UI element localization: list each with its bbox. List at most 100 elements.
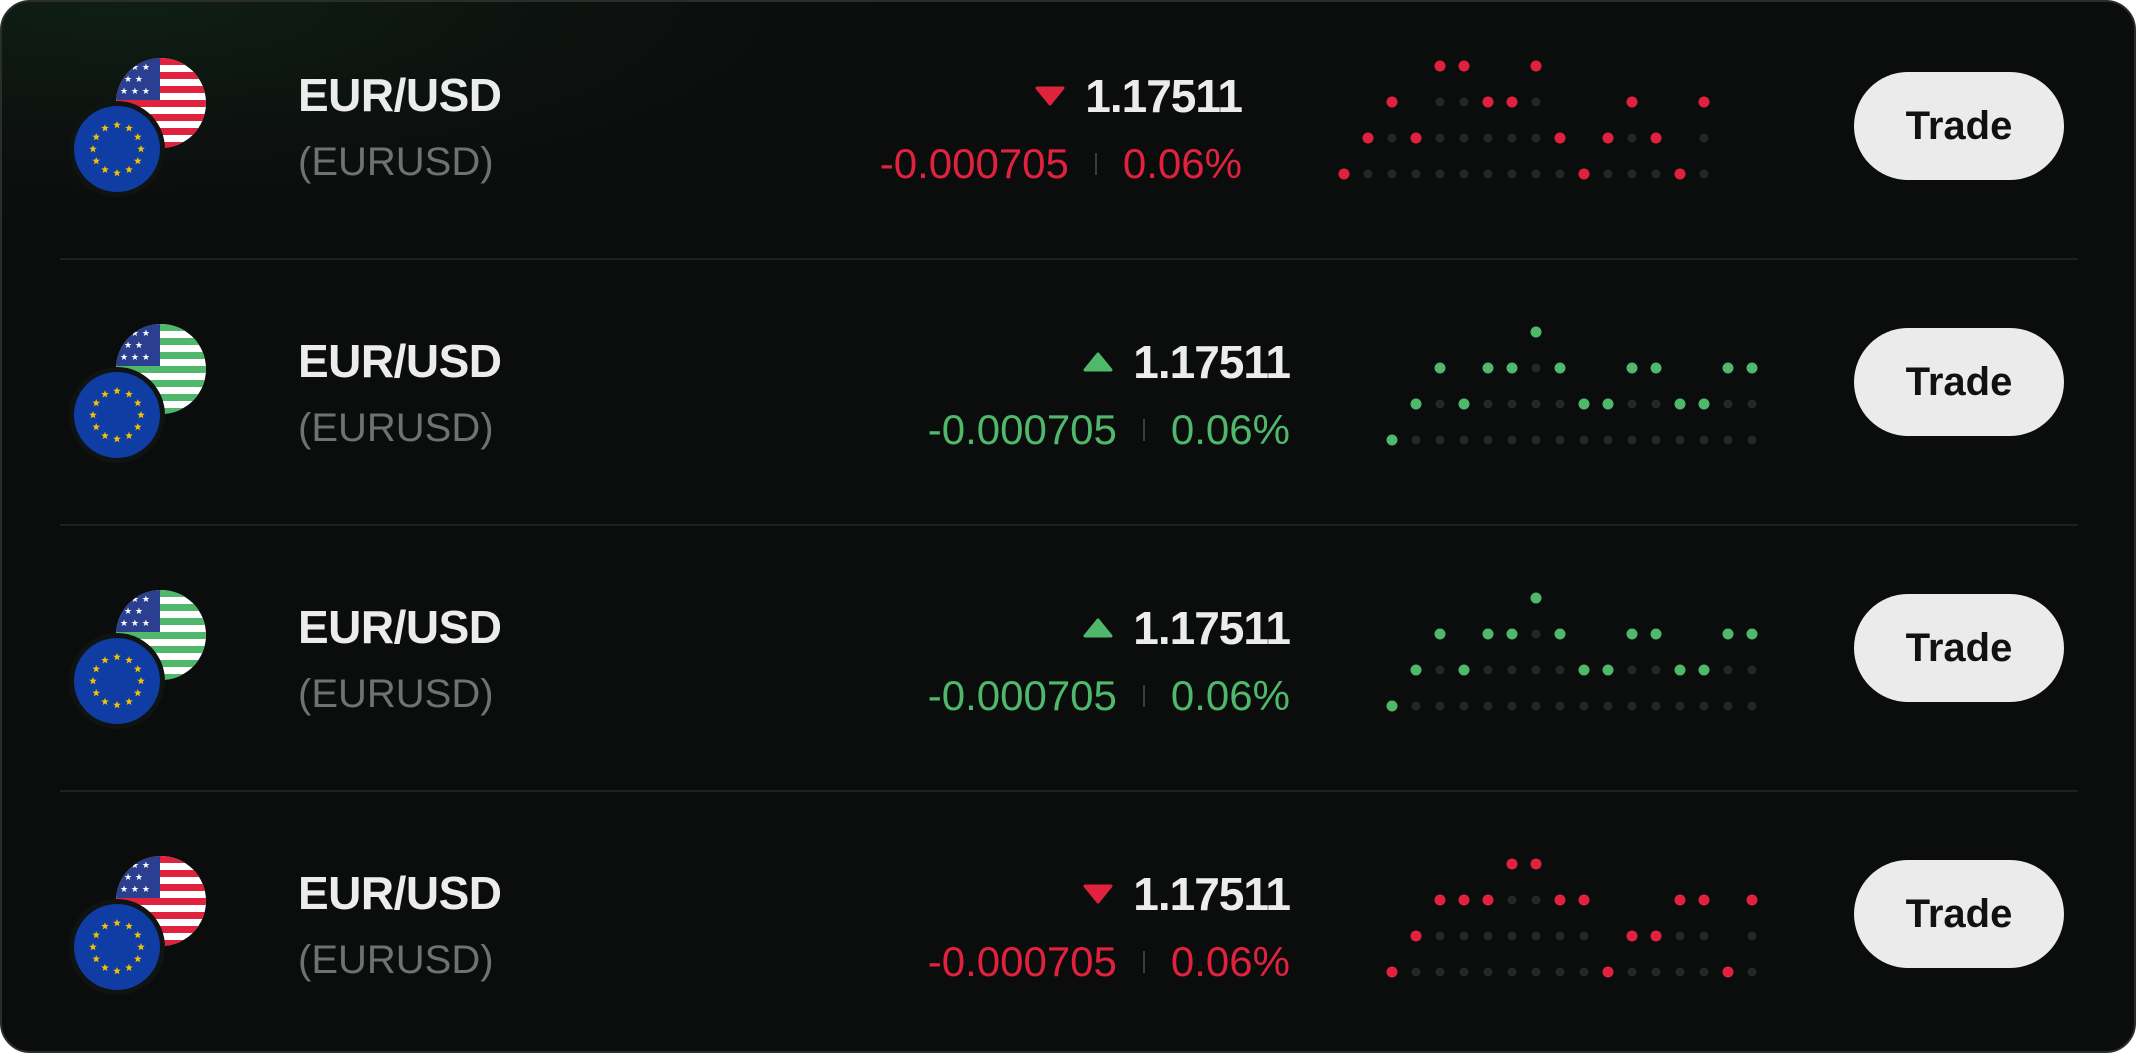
currency-pair-flags: ★ ★ ★ ★ ★ ★ ★ ★ bbox=[68, 58, 218, 198]
price-line: 1.17511 bbox=[1083, 864, 1291, 924]
price-value: 1.17511 bbox=[1085, 70, 1243, 122]
sparkline-grid-dot bbox=[1483, 665, 1493, 675]
trade-button[interactable]: Trade bbox=[1854, 594, 2064, 702]
svg-text:★ ★: ★ ★ bbox=[124, 75, 143, 85]
sparkline-grid-dot bbox=[1435, 967, 1445, 977]
sparkline-grid-dot bbox=[1507, 133, 1517, 143]
svg-text:★ ★ ★: ★ ★ ★ bbox=[120, 885, 150, 895]
triangle-up-icon bbox=[1083, 352, 1113, 372]
sparkline-grid-dot bbox=[1507, 665, 1517, 675]
sparkline-point bbox=[1386, 966, 1398, 978]
sparkline-grid-dot bbox=[1627, 435, 1637, 445]
eu-flag-icon bbox=[69, 101, 165, 197]
sparkline-grid-dot bbox=[1411, 169, 1421, 179]
sparkline-grid-dot bbox=[1435, 399, 1445, 409]
sparkline-point bbox=[1746, 894, 1758, 906]
separator bbox=[1142, 685, 1145, 707]
sparkline-grid-dot bbox=[1435, 665, 1445, 675]
price-line: 1.17511 bbox=[1083, 332, 1291, 392]
sparkline-point bbox=[1338, 168, 1350, 180]
svg-text:★ ★ ★: ★ ★ ★ bbox=[120, 63, 150, 73]
change-value: -0.000705 bbox=[927, 938, 1117, 985]
sparkline-grid-dot bbox=[1531, 363, 1541, 373]
sparkline-point bbox=[1434, 628, 1446, 640]
pair-ticker: (EURUSD) bbox=[298, 672, 494, 716]
sparkline-point bbox=[1506, 96, 1518, 108]
sparkline-point bbox=[1410, 132, 1422, 144]
sparkline-grid-dot bbox=[1747, 399, 1757, 409]
currency-pair-flags: ★ ★ ★ ★ ★ ★ ★ ★ bbox=[68, 324, 218, 464]
sparkline-grid-dot bbox=[1603, 435, 1613, 445]
trade-button[interactable]: Trade bbox=[1854, 328, 2064, 436]
forex-list-card: ★ ★ ★ ★ ★ ★ ★ ★ EUR/USD (EURUSD) 1.17511 -… bbox=[0, 0, 2136, 1053]
triangle-down-icon bbox=[1083, 884, 1113, 904]
currency-pair-flags: ★ ★ ★ ★ ★ ★ ★ ★ bbox=[68, 590, 218, 730]
sparkline-point bbox=[1530, 592, 1542, 604]
sparkline-grid-dot bbox=[1699, 701, 1709, 711]
sparkline-point bbox=[1578, 894, 1590, 906]
sparkline-grid-dot bbox=[1651, 967, 1661, 977]
sparkline-grid-dot bbox=[1483, 931, 1493, 941]
sparkline-grid-dot bbox=[1459, 967, 1469, 977]
sparkline-point bbox=[1602, 132, 1614, 144]
triangle-down-icon bbox=[1035, 86, 1065, 106]
sparkline-point bbox=[1602, 664, 1614, 676]
sparkline-grid-dot bbox=[1555, 931, 1565, 941]
sparkline-grid-dot bbox=[1531, 665, 1541, 675]
sparkline-grid-dot bbox=[1531, 133, 1541, 143]
sparkline-grid-dot bbox=[1459, 435, 1469, 445]
svg-text:★ ★: ★ ★ bbox=[124, 873, 143, 883]
row-divider bbox=[60, 258, 2078, 260]
forex-row[interactable]: ★ ★ ★ ★ ★ ★ ★ ★ EUR/USD (EURUSD) 1.17511 -… bbox=[2, 268, 2134, 534]
sparkline-grid-dot bbox=[1507, 967, 1517, 977]
sparkline-grid-dot bbox=[1387, 133, 1397, 143]
price-value: 1.17511 bbox=[1133, 336, 1291, 388]
forex-row[interactable]: ★ ★ ★ ★ ★ ★ ★ ★ EUR/USD (EURUSD) 1.17511 -… bbox=[2, 534, 2134, 800]
sparkline-point bbox=[1482, 362, 1494, 374]
sparkline-grid-dot bbox=[1627, 701, 1637, 711]
sparkline-point bbox=[1722, 362, 1734, 374]
sparkline-grid-dot bbox=[1483, 399, 1493, 409]
sparkline-grid-dot bbox=[1555, 435, 1565, 445]
forex-row[interactable]: ★ ★ ★ ★ ★ ★ ★ ★ EUR/USD (EURUSD) 1.17511 -… bbox=[2, 800, 2134, 1051]
sparkline-point bbox=[1602, 398, 1614, 410]
sparkline-grid-dot bbox=[1459, 97, 1469, 107]
sparkline-point bbox=[1458, 398, 1470, 410]
sparkline-point bbox=[1530, 858, 1542, 870]
separator bbox=[1094, 153, 1097, 175]
sparkline-point bbox=[1530, 326, 1542, 338]
separator bbox=[1142, 951, 1145, 973]
eu-flag-icon bbox=[69, 899, 165, 995]
sparkline-grid-dot bbox=[1483, 967, 1493, 977]
change-value: -0.000705 bbox=[879, 140, 1069, 187]
forex-row[interactable]: ★ ★ ★ ★ ★ ★ ★ ★ EUR/USD (EURUSD) 1.17511 -… bbox=[2, 2, 2134, 268]
sparkline-point bbox=[1674, 398, 1686, 410]
sparkline-point bbox=[1482, 628, 1494, 640]
sparkline-grid-dot bbox=[1747, 931, 1757, 941]
sparkline-grid-dot bbox=[1675, 931, 1685, 941]
sparkline-grid-dot bbox=[1579, 967, 1589, 977]
change-percent: 0.06% bbox=[1170, 672, 1290, 719]
svg-text:★ ★ ★: ★ ★ ★ bbox=[120, 353, 150, 363]
sparkline-point bbox=[1578, 664, 1590, 676]
sparkline-grid-dot bbox=[1507, 701, 1517, 711]
sparkline-grid-dot bbox=[1747, 435, 1757, 445]
sparkline-grid-dot bbox=[1507, 435, 1517, 445]
sparkline-point bbox=[1698, 398, 1710, 410]
change-percent: 0.06% bbox=[1170, 406, 1290, 453]
trade-button[interactable]: Trade bbox=[1854, 72, 2064, 180]
trade-button[interactable]: Trade bbox=[1854, 860, 2064, 968]
price-value: 1.17511 bbox=[1133, 602, 1291, 654]
sparkline-grid-dot bbox=[1459, 169, 1469, 179]
change-line: -0.000705 0.06% bbox=[928, 402, 1290, 458]
sparkline-point bbox=[1410, 398, 1422, 410]
sparkline-grid-dot bbox=[1747, 665, 1757, 675]
pair-ticker: (EURUSD) bbox=[298, 140, 494, 184]
sparkline-point bbox=[1578, 398, 1590, 410]
sparkline-grid-dot bbox=[1699, 133, 1709, 143]
sparkline-grid-dot bbox=[1699, 967, 1709, 977]
eu-flag-icon bbox=[69, 367, 165, 463]
sparkline-grid-dot bbox=[1651, 701, 1661, 711]
sparkline-grid-dot bbox=[1435, 435, 1445, 445]
svg-text:★ ★ ★: ★ ★ ★ bbox=[120, 861, 150, 871]
